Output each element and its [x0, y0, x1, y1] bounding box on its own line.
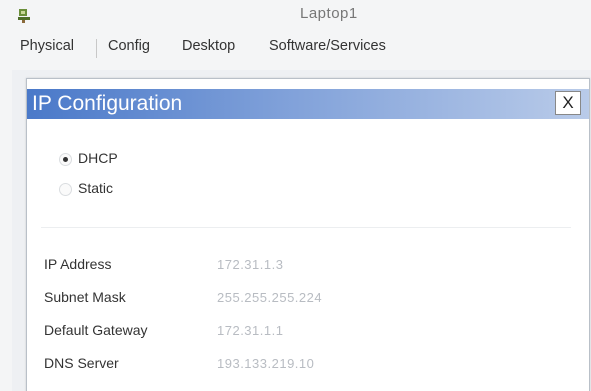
laptop-icon — [18, 9, 30, 23]
default-gateway-label: Default Gateway — [44, 322, 148, 338]
dns-server-field[interactable] — [217, 353, 367, 373]
tab-divider — [96, 39, 97, 58]
tab-physical[interactable]: Physical — [20, 38, 74, 54]
section-divider — [41, 227, 571, 228]
packet-tracer-window: Laptop1 Physical Config Desktop Software… — [0, 0, 591, 391]
static-label: Static — [78, 180, 114, 196]
ip-address-field[interactable] — [217, 254, 367, 274]
tab-bar: Physical Config Desktop Software/Service… — [0, 36, 591, 62]
dhcp-radio-button[interactable] — [59, 153, 72, 166]
static-radio-button[interactable] — [59, 183, 72, 196]
ip-configuration-dialog: IP Configuration X DHCP Static IP Addres… — [26, 78, 590, 391]
dialog-title: IP Configuration — [32, 92, 183, 115]
ip-address-label: IP Address — [44, 256, 112, 272]
dialog-header: IP Configuration X — [27, 89, 589, 119]
subnet-mask-field[interactable] — [217, 287, 367, 307]
title-bar: Laptop1 — [0, 0, 591, 34]
tab-config[interactable]: Config — [108, 38, 150, 54]
close-button[interactable]: X — [555, 91, 581, 115]
subnet-mask-label: Subnet Mask — [44, 289, 126, 305]
tab-desktop[interactable]: Desktop — [182, 38, 235, 54]
window-title: Laptop1 — [300, 5, 358, 22]
tab-software-services[interactable]: Software/Services — [269, 38, 386, 54]
default-gateway-field[interactable] — [217, 320, 367, 340]
dhcp-label: DHCP — [78, 150, 118, 166]
dns-server-label: DNS Server — [44, 355, 119, 371]
